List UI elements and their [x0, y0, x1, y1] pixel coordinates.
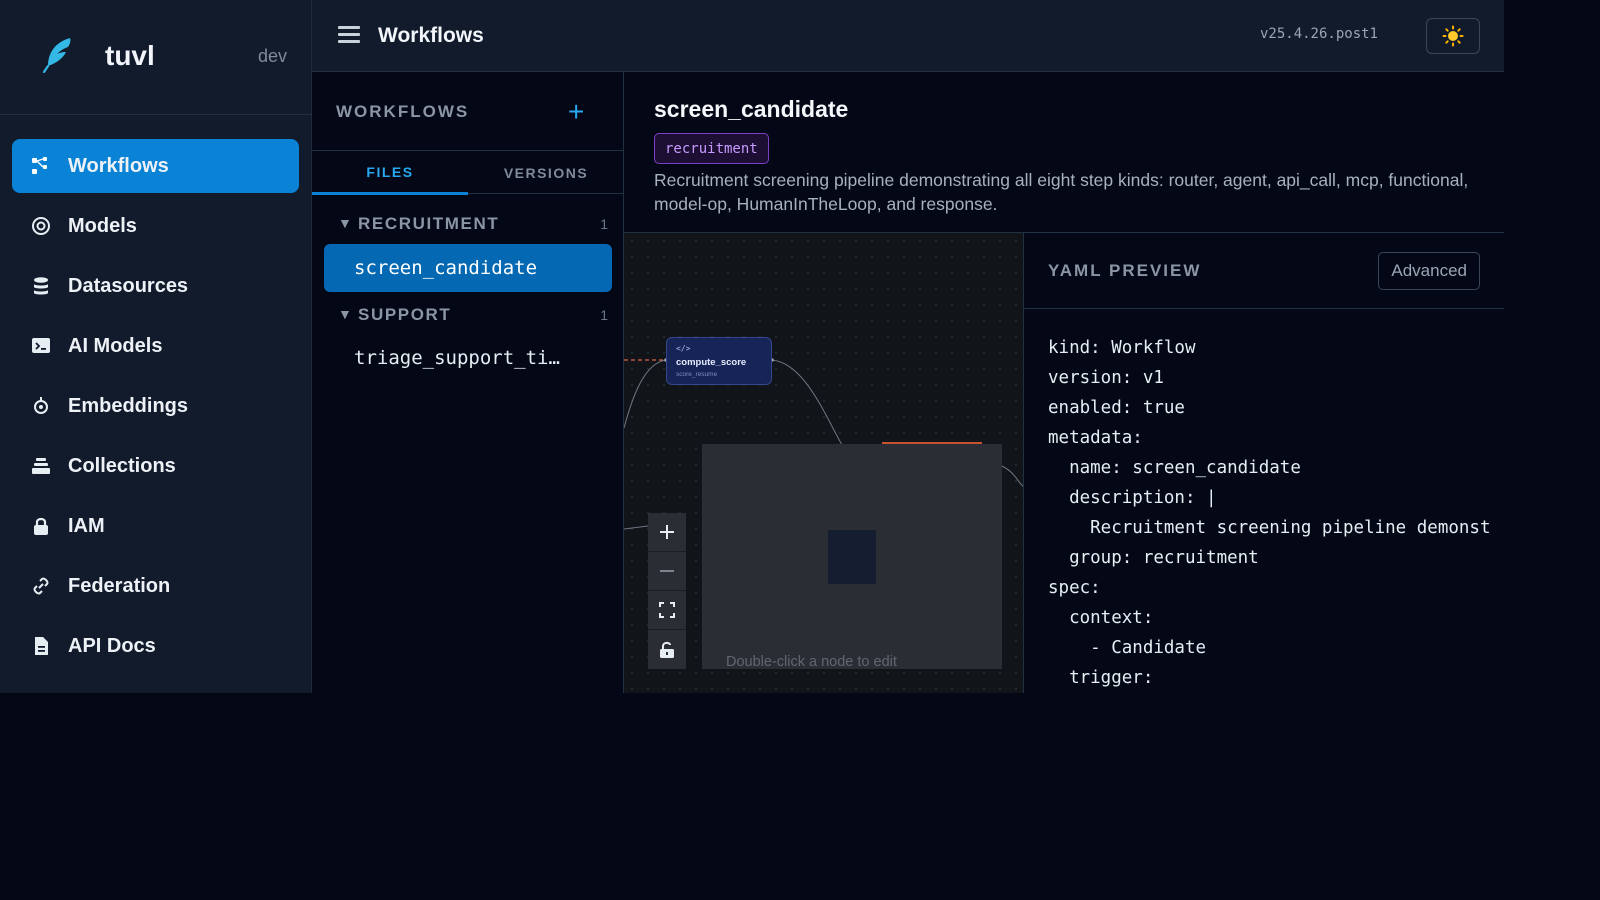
sidebar-item-label: Collections [68, 454, 176, 477]
yaml-line: - Candidate [1048, 638, 1207, 658]
brand-name: tuvl [105, 40, 155, 71]
yaml-line: kind: Workflow [1048, 338, 1196, 358]
theme-toggle-button[interactable] [1426, 18, 1480, 54]
sidebar: tuvl dev Workflows Models Datasources AI… [0, 0, 312, 693]
node-subtitle: score_resume [676, 371, 718, 378]
minus-icon [660, 570, 674, 572]
yaml-line: enabled: true [1048, 398, 1185, 418]
sidebar-item-label: IAM [68, 514, 105, 537]
workflow-canvas[interactable]: </> compute_score score_resume Double-cl… [624, 232, 1024, 693]
fit-view-button[interactable] [648, 591, 686, 630]
sidebar-item-datasources[interactable]: Datasources [12, 259, 299, 313]
sidebar-item-collections[interactable]: Collections [12, 439, 299, 493]
node-title: compute_score [676, 357, 747, 368]
sidebar-item-label: AI Models [68, 334, 163, 357]
sidebar-item-label: Models [68, 214, 137, 237]
workflow-detail: screen_candidate recruitment Recruitment… [624, 72, 1504, 693]
layers-icon [30, 455, 52, 477]
page-title: Workflows [378, 24, 484, 47]
yaml-line: trigger: [1048, 668, 1154, 688]
sidebar-item-workflows[interactable]: Workflows [12, 139, 299, 193]
tab-files[interactable]: FILES [312, 151, 468, 195]
workflow-description: Recruitment screening pipeline demonstra… [654, 170, 1469, 214]
sidebar-item-models[interactable]: Models [12, 199, 299, 253]
workflows-panel: WORKFLOWS + FILES VERSIONS ▼ RECRUITMENT… [312, 72, 624, 693]
target-icon [30, 215, 52, 237]
workflow-item-screen-candidate[interactable]: screen_candidate [324, 244, 612, 292]
yaml-line: Recruitment screening pipeline demonst [1048, 518, 1491, 538]
workflow-title: screen_candidate [654, 96, 849, 122]
advanced-button[interactable]: Advanced [1378, 252, 1480, 290]
yaml-line: name: screen_candidate [1048, 458, 1301, 478]
file-tabs: FILES VERSIONS [312, 150, 624, 195]
caret-down-icon: ▼ [338, 306, 352, 322]
minimap-node [828, 530, 876, 584]
yaml-line: version: v1 [1048, 368, 1164, 388]
workflow-node-compute-score[interactable]: </> compute_score score_resume [666, 337, 772, 385]
sidebar-item-api-docs[interactable]: API Docs [12, 619, 299, 673]
yaml-line: context: [1048, 608, 1154, 628]
group-label: RECRUITMENT [358, 214, 500, 233]
caret-down-icon: ▼ [338, 215, 352, 231]
yaml-line: spec: [1048, 578, 1101, 598]
sidebar-item-iam[interactable]: IAM [12, 499, 299, 553]
sidebar-item-label: Datasources [68, 274, 189, 297]
sidebar-item-federation[interactable]: Federation [12, 559, 299, 613]
database-icon [30, 275, 52, 297]
sidebar-item-label: API Docs [68, 634, 156, 657]
yaml-code[interactable]: kind: Workflow version: v1 enabled: true me… [1048, 333, 1491, 693]
group-recruitment[interactable]: ▼ RECRUITMENT 1 [338, 212, 608, 238]
sidebar-item-embeddings[interactable]: Embeddings [12, 379, 299, 433]
feather-logo-icon [42, 38, 71, 74]
add-workflow-button[interactable]: + [568, 98, 584, 126]
group-tag: recruitment [654, 133, 769, 164]
lock-toggle-button[interactable] [648, 630, 686, 669]
brand: tuvl dev [0, 0, 311, 115]
code-icon: </> [676, 344, 691, 353]
tab-versions[interactable]: VERSIONS [468, 151, 624, 195]
group-count: 1 [600, 307, 608, 323]
link-icon [30, 575, 52, 597]
plus-icon [660, 525, 674, 539]
group-label: SUPPORT [358, 305, 452, 324]
fullscreen-icon [659, 602, 675, 618]
terminal-icon [30, 335, 52, 357]
group-support[interactable]: ▼ SUPPORT 1 [338, 303, 608, 329]
sidebar-nav: Workflows Models Datasources AI Models E… [0, 115, 311, 673]
lock-icon [30, 515, 52, 537]
embeddings-icon [30, 395, 52, 417]
canvas-minimap[interactable]: Double-click a node to edit [702, 444, 1002, 670]
hamburger-menu-icon[interactable] [338, 26, 360, 46]
sun-icon [1442, 25, 1464, 47]
sidebar-item-label: Workflows [68, 154, 169, 177]
environment-label: dev [257, 46, 287, 66]
top-header: Workflows v25.4.26.post1 [312, 0, 1504, 72]
zoom-out-button[interactable] [648, 552, 686, 591]
yaml-line: group: recruitment [1048, 548, 1259, 568]
sidebar-item-label: Embeddings [68, 394, 189, 417]
document-icon [30, 635, 52, 657]
sidebar-item-label: Federation [68, 574, 171, 597]
yaml-preview-panel: YAML PREVIEW Advanced kind: Workflow vers… [1024, 232, 1504, 693]
zoom-in-button[interactable] [648, 513, 686, 552]
canvas-hint: Double-click a node to edit [726, 654, 897, 670]
app-window: tuvl dev Workflows Models Datasources AI… [0, 0, 1504, 693]
yaml-line: metadata: [1048, 428, 1143, 448]
workflow-item-triage-support[interactable]: triage_support_ti… [324, 334, 612, 382]
workflows-heading: WORKFLOWS [336, 102, 470, 121]
canvas-controls [648, 513, 686, 669]
workflows-icon [30, 155, 52, 177]
yaml-preview-header: YAML PREVIEW Advanced [1024, 233, 1504, 309]
unlock-icon [660, 641, 674, 658]
yaml-preview-heading: YAML PREVIEW [1048, 261, 1202, 280]
version-label: v25.4.26.post1 [1259, 26, 1378, 42]
sidebar-item-ai-models[interactable]: AI Models [12, 319, 299, 373]
yaml-line: description: | [1048, 488, 1217, 508]
group-count: 1 [600, 216, 608, 232]
